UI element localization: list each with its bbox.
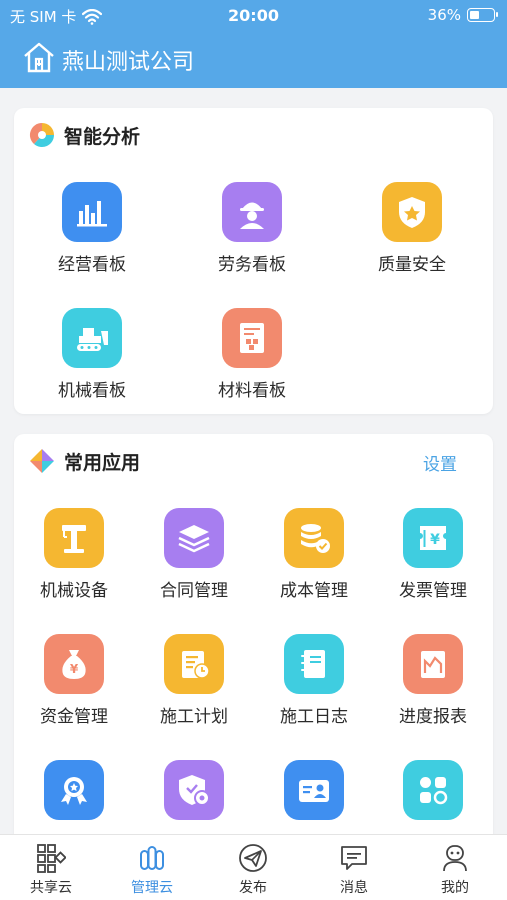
pie-chart-icon: [29, 122, 55, 148]
apps-card: 常用应用 设置 机械设备 合同管理 成本管理 ¥ 发票管理 ¥ 资金管理 施工计划 施工日志 进度…: [14, 434, 493, 854]
status-bar: 无 SIM 卡 20:00 36%: [0, 0, 507, 32]
app-item[interactable]: 机械设备: [14, 508, 134, 601]
tab-label: 共享云: [30, 880, 72, 896]
crane-icon: [44, 508, 104, 568]
app-item[interactable]: 进度报表: [373, 634, 493, 727]
manage-cloud-icon: [135, 841, 169, 875]
analysis-item[interactable]: 机械看板: [32, 308, 152, 401]
profile-icon: [438, 841, 472, 875]
tab-label: 我的: [441, 880, 469, 896]
bulldozer-icon: [62, 308, 122, 368]
analysis-item[interactable]: 经营看板: [32, 182, 152, 275]
battery-percent: 36%: [427, 6, 461, 24]
money-bag-icon: ¥: [44, 634, 104, 694]
worker-icon: [222, 182, 282, 242]
app-item[interactable]: 施工计划: [134, 634, 254, 727]
analysis-item-label: 经营看板: [58, 255, 126, 275]
material-icon: [222, 308, 282, 368]
analysis-item[interactable]: 劳务看板: [192, 182, 312, 275]
app-item[interactable]: ¥ 资金管理: [14, 634, 134, 727]
app-item-label: 进度报表: [399, 707, 467, 727]
analysis-item-label: 机械看板: [58, 381, 126, 401]
publish-icon: [236, 841, 270, 875]
app-item-label: 成本管理: [280, 581, 348, 601]
apps-title: 常用应用: [64, 451, 141, 474]
app-item-label: 施工日志: [280, 707, 348, 727]
app-item[interactable]: [254, 760, 374, 828]
app-item[interactable]: 合同管理: [134, 508, 254, 601]
bar-chart-icon: [62, 182, 122, 242]
analysis-card: 智能分析 经营看板 劳务看板 质量安全机械看板 材料看板: [14, 108, 493, 414]
plan-icon: [164, 634, 224, 694]
analysis-item-label: 劳务看板: [218, 255, 286, 275]
coins-icon: [284, 508, 344, 568]
home-icon[interactable]: [22, 40, 56, 74]
company-title[interactable]: 燕山测试公司: [62, 44, 194, 76]
settings-link[interactable]: 设置: [423, 450, 457, 475]
shield-badge-icon: [382, 182, 442, 242]
svg-text:¥: ¥: [70, 662, 79, 676]
app-item[interactable]: 施工日志: [254, 634, 374, 727]
analysis-title: 智能分析: [64, 125, 141, 148]
app-item[interactable]: [134, 760, 254, 828]
analysis-item-label: 材料看板: [218, 381, 286, 401]
app-header: 燕山测试公司: [0, 32, 507, 88]
app-item-label: 施工计划: [160, 707, 228, 727]
tab-label: 发布: [239, 880, 267, 896]
pinwheel-icon: [30, 449, 54, 473]
id-card-icon: [284, 760, 344, 820]
tab-label: 消息: [340, 880, 368, 896]
tab-manage-cloud[interactable]: 管理云: [112, 841, 192, 897]
message-icon: [337, 841, 371, 875]
tab-label: 管理云: [131, 880, 173, 896]
battery-icon: [467, 8, 498, 22]
report-icon: [403, 634, 463, 694]
app-item[interactable]: [14, 760, 134, 828]
share-cloud-icon: [34, 841, 68, 875]
analysis-item-label: 质量安全: [378, 255, 446, 275]
svg-text:¥: ¥: [430, 532, 440, 548]
app-item-label: 合同管理: [160, 581, 228, 601]
app-item[interactable]: [373, 760, 493, 828]
award-icon: [44, 760, 104, 820]
layers-icon: [164, 508, 224, 568]
tab-message[interactable]: 消息: [314, 841, 394, 897]
app-item-label: 机械设备: [40, 581, 108, 601]
tab-bar: 共享云 管理云 发布 消息 我的: [0, 834, 507, 900]
app-item[interactable]: 成本管理: [254, 508, 374, 601]
tab-profile[interactable]: 我的: [415, 841, 495, 897]
tab-share-cloud[interactable]: 共享云: [11, 841, 91, 897]
analysis-item[interactable]: 材料看板: [192, 308, 312, 401]
notebook-icon: [284, 634, 344, 694]
app-item-label: 资金管理: [40, 707, 108, 727]
tab-publish[interactable]: 发布: [213, 841, 293, 897]
invoice-icon: ¥: [403, 508, 463, 568]
analysis-item[interactable]: 质量安全: [352, 182, 472, 275]
shield-gear-icon: [164, 760, 224, 820]
apps-grid-icon: [403, 760, 463, 820]
app-item-label: 发票管理: [399, 581, 467, 601]
app-item[interactable]: ¥ 发票管理: [373, 508, 493, 601]
